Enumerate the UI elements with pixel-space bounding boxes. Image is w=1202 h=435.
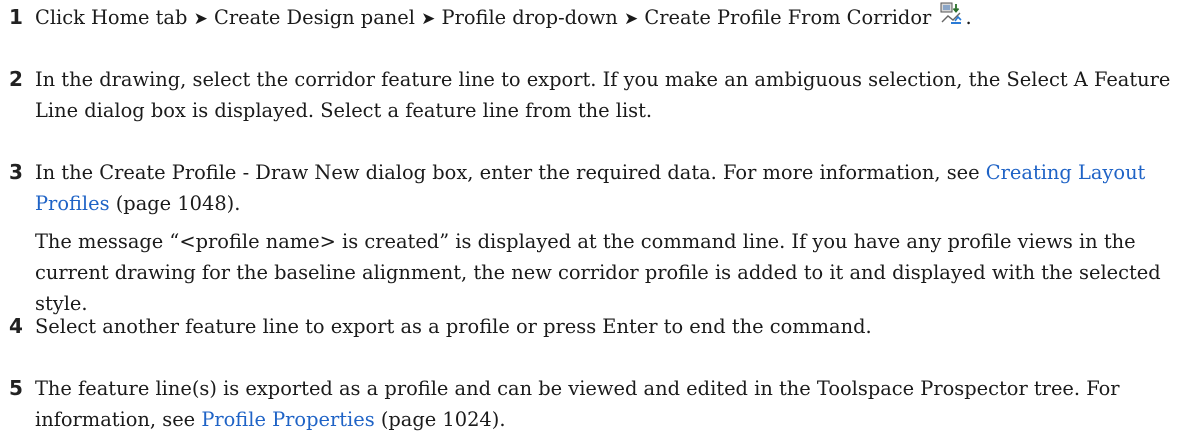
step-5-pre: The feature line(s) is exported as a pro… [35, 377, 1120, 431]
step-1-part-c: Profile drop-down [441, 6, 618, 29]
step-number: 1 [9, 5, 23, 29]
profile-properties-link[interactable]: Profile Properties [201, 408, 374, 431]
arrow-separator: ➤ [421, 9, 436, 29]
step-3-pre: In the Create Profile - Draw New dialog … [35, 161, 986, 184]
step-3-note: The message “<profile name> is created” … [35, 230, 1161, 315]
step-3-text: In the Create Profile - Draw New dialog … [35, 157, 1192, 219]
step-number: 3 [9, 160, 23, 184]
step-1-part-b: Create Design panel [213, 6, 415, 29]
step-2-text: In the drawing, select the corridor feat… [35, 68, 1171, 122]
step-5-post: (page 1024). [374, 408, 506, 431]
create-profile-from-corridor-icon [940, 2, 963, 24]
step-number: 4 [9, 314, 23, 338]
step-1-end: . [965, 6, 972, 29]
step-number: 5 [9, 376, 23, 400]
step-5-text: The feature line(s) is exported as a pro… [35, 373, 1192, 435]
step-1-part-a: Click Home tab [35, 6, 188, 29]
step-1-part-d: Create Profile From Corridor [644, 6, 932, 29]
arrow-separator: ➤ [623, 9, 639, 29]
step-3-post: (page 1048). [109, 192, 241, 215]
step-number: 2 [9, 67, 23, 91]
step-1-text: Click Home tab ➤ Create Design panel ➤ P… [35, 2, 1192, 35]
arrow-separator: ➤ [193, 9, 208, 29]
step-4-text: Select another feature line to export as… [35, 315, 872, 338]
